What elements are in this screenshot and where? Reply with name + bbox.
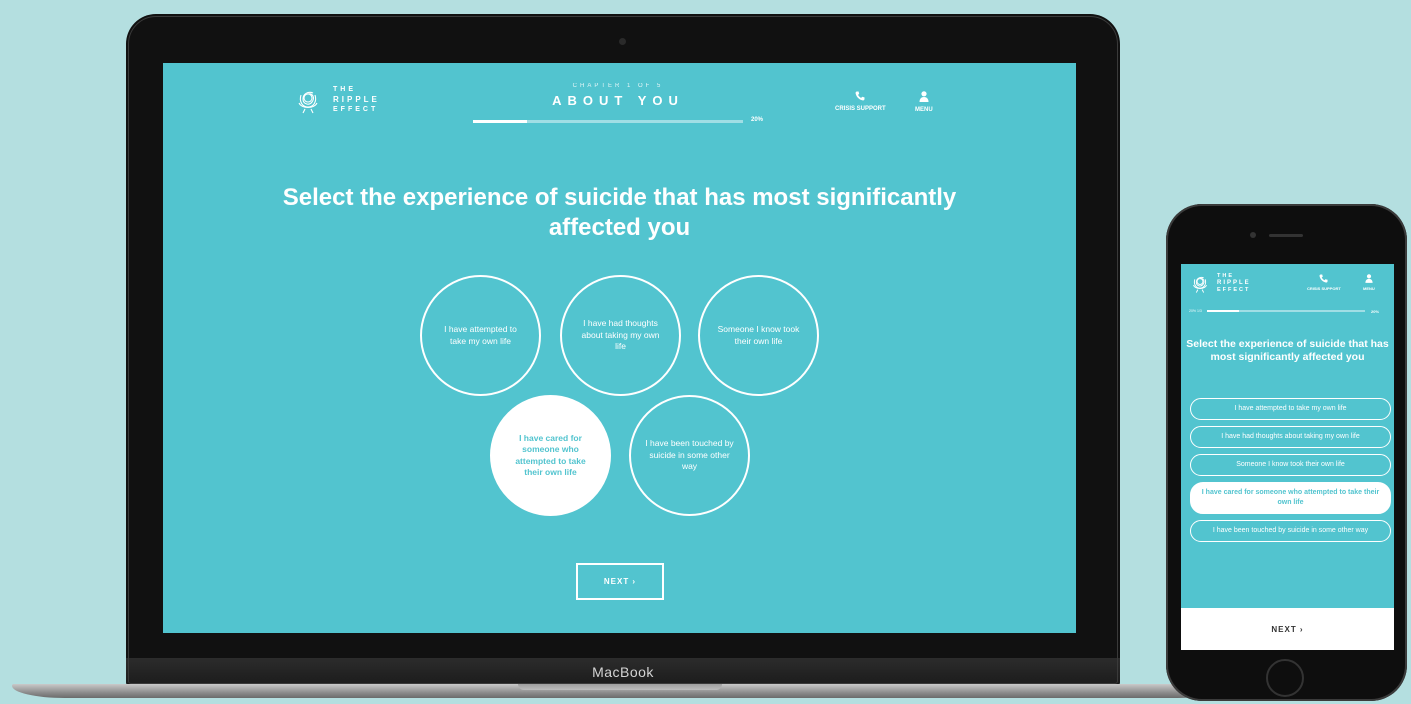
menu-button[interactable]: MENU <box>915 91 933 113</box>
menu-label: MENU <box>915 107 933 113</box>
mobile-option-someone-took-life[interactable]: Someone I know took their own life <box>1190 454 1391 476</box>
mobile-menu-label: MENU <box>1363 286 1375 291</box>
mobile-logo-text: THE RIPPLE EFFECT <box>1217 273 1251 294</box>
option-someone-took-life[interactable]: Someone I know took their own life <box>698 275 819 396</box>
mobile-crisis-support-button[interactable]: CRISIS SUPPORT <box>1307 274 1341 291</box>
mobile-option-thoughts[interactable]: I have had thoughts about taking my own … <box>1190 426 1391 448</box>
laptop-notch <box>518 684 722 690</box>
mobile-next-button[interactable]: NEXT › <box>1181 608 1394 650</box>
logo-line-ripple: RIPPLE <box>1217 279 1251 286</box>
logo-line-the: THE <box>1217 272 1234 279</box>
option-attempted[interactable]: I have attempted to take my own life <box>420 275 541 396</box>
phone-icon <box>855 91 865 101</box>
option-cared-for-someone[interactable]: I have cared for someone who attempted t… <box>490 395 611 516</box>
logo-line-ripple: RIPPLE <box>333 95 380 104</box>
mobile-progress-label: 20% 1/3 <box>1189 309 1202 313</box>
laptop: THE RIPPLE EFFECT CHAPTER 1 OF 5 ABOUT Y… <box>126 14 1120 686</box>
progress-fill <box>473 120 527 123</box>
mobile-option-cared-for-someone[interactable]: I have cared for someone who attempted t… <box>1190 482 1391 514</box>
mobile-crisis-support-label: CRISIS SUPPORT <box>1307 286 1341 291</box>
logo-text: THE RIPPLE EFFECT <box>333 85 380 115</box>
logo-line-effect: EFFECT <box>1217 286 1251 293</box>
mobile-logo[interactable]: THE RIPPLE EFFECT <box>1189 272 1251 294</box>
desktop-screen: THE RIPPLE EFFECT CHAPTER 1 OF 5 ABOUT Y… <box>163 63 1076 633</box>
mobile-screen: THE RIPPLE EFFECT CRISIS SUPPORT MENU 20… <box>1181 264 1394 650</box>
option-thoughts[interactable]: I have had thoughts about taking my own … <box>560 275 681 396</box>
mobile-progress-fill <box>1207 310 1239 312</box>
person-icon <box>1365 274 1373 283</box>
progress-bar <box>473 120 743 123</box>
mobile-progress-bar <box>1207 310 1365 312</box>
mobile-progress-percent: 20% <box>1371 309 1380 314</box>
logo-line-the: THE <box>333 86 356 93</box>
crisis-support-label: CRISIS SUPPORT <box>835 106 886 112</box>
next-button[interactable]: NEXT › <box>576 563 664 600</box>
crisis-support-button[interactable]: CRISIS SUPPORT <box>835 91 886 112</box>
mobile-menu-button[interactable]: MENU <box>1363 274 1375 291</box>
logo-line-effect: EFFECT <box>333 106 379 113</box>
device-brand-label: MacBook <box>592 664 654 680</box>
chapter-label: CHAPTER 1 OF 5 <box>572 83 664 89</box>
person-icon <box>919 91 929 102</box>
laptop-chin: MacBook <box>126 658 1120 686</box>
ripple-rose-icon <box>1192 276 1208 293</box>
ripple-rose-icon <box>298 91 318 114</box>
phone-home-button[interactable] <box>1266 659 1304 697</box>
phone: THE RIPPLE EFFECT CRISIS SUPPORT MENU 20… <box>1166 204 1407 701</box>
phone-speaker <box>1269 234 1303 237</box>
option-touched-other-way[interactable]: I have been touched by suicide in some o… <box>629 395 750 516</box>
laptop-base <box>12 684 1230 698</box>
mobile-option-touched-other-way[interactable]: I have been touched by suicide in some o… <box>1190 520 1391 542</box>
progress-percent: 20% <box>751 117 764 123</box>
mobile-option-attempted[interactable]: I have attempted to take my own life <box>1190 398 1391 420</box>
mobile-option-list: I have attempted to take my own life I h… <box>1190 398 1391 542</box>
chapter-title: ABOUT YOU <box>552 93 684 108</box>
laptop-camera <box>619 38 626 45</box>
logo[interactable]: THE RIPPLE EFFECT <box>293 85 380 115</box>
chapter-header: CHAPTER 1 OF 5 ABOUT YOU <box>473 83 763 108</box>
question-heading: Select the experience of suicide that ha… <box>282 184 957 241</box>
phone-camera <box>1250 232 1256 238</box>
mobile-question-heading: Select the experience of suicide that ha… <box>1186 338 1389 363</box>
phone-icon <box>1319 274 1328 283</box>
